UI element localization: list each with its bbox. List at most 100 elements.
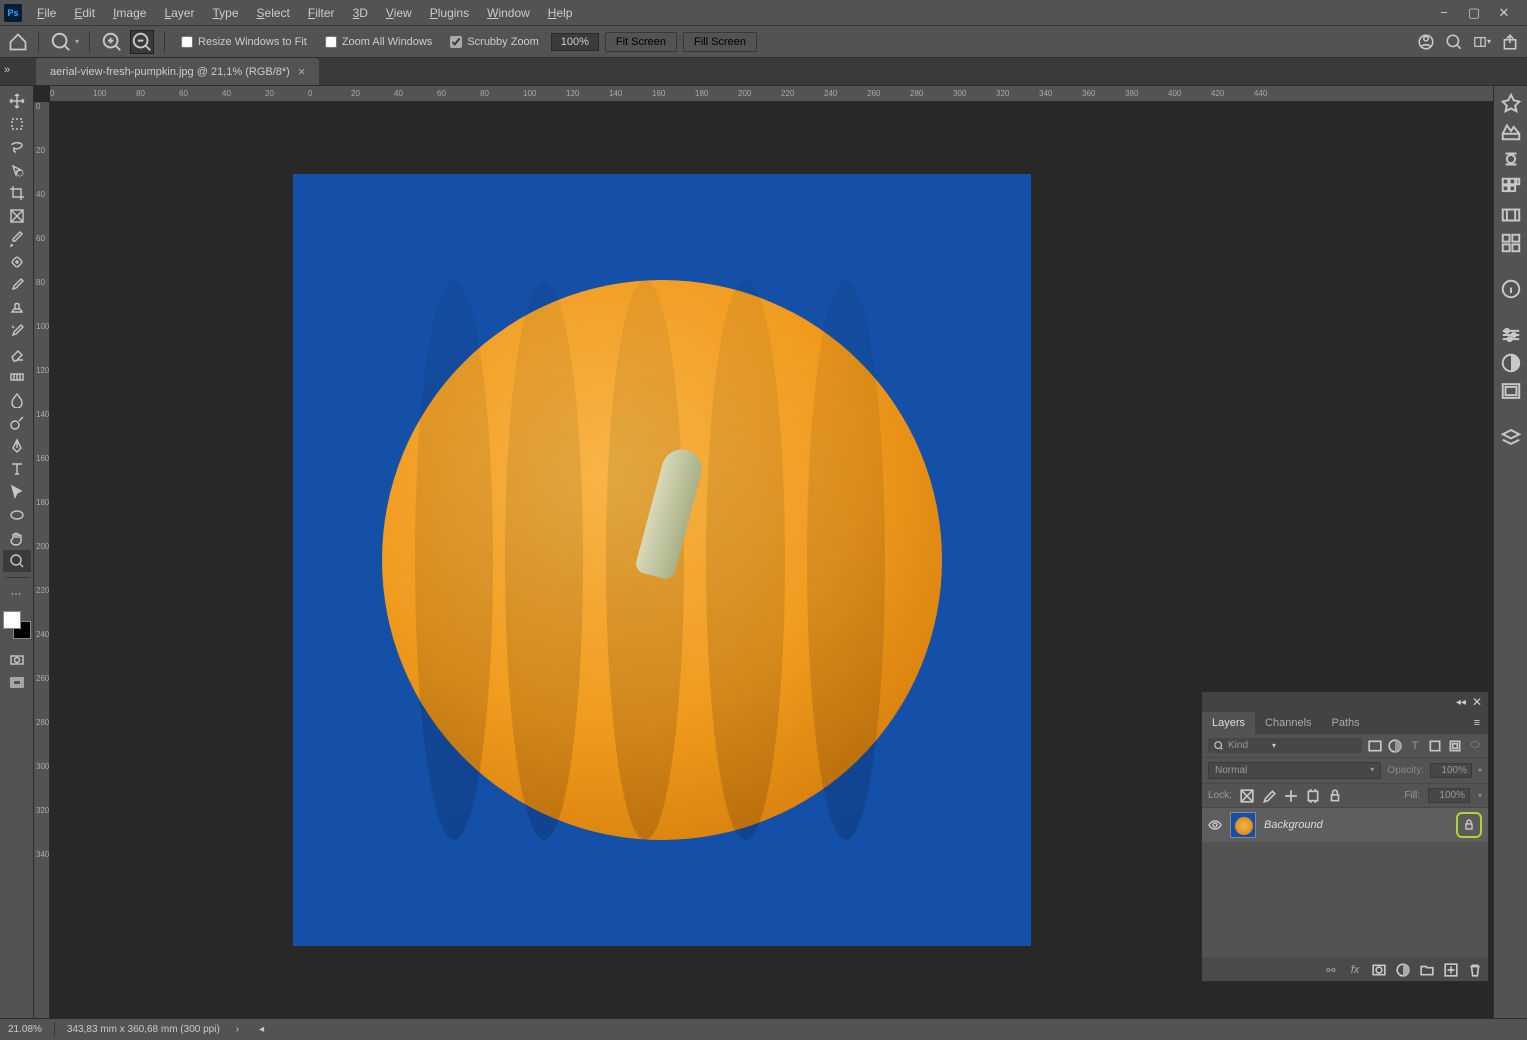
home-button[interactable]: [8, 32, 28, 52]
channels-tab[interactable]: Channels: [1255, 712, 1321, 734]
blur-tool[interactable]: [3, 389, 31, 411]
gradients-panel-icon[interactable]: [1500, 148, 1522, 170]
zoom-out-icon[interactable]: [130, 30, 154, 54]
vertical-ruler[interactable]: 0204060801001201401601802002202402602803…: [34, 102, 50, 1018]
share-icon[interactable]: [1501, 33, 1519, 51]
frame-tool[interactable]: [3, 205, 31, 227]
window-maximize[interactable]: ▢: [1467, 6, 1481, 20]
layer-visibility-toggle[interactable]: [1208, 818, 1222, 832]
libraries-panel-icon[interactable]: [1500, 380, 1522, 402]
panel-collapse-icon[interactable]: ◂◂: [1456, 697, 1466, 708]
menu-3d[interactable]: 3D: [344, 2, 377, 24]
hand-tool[interactable]: [3, 527, 31, 549]
adjustments-icon-2[interactable]: [1500, 352, 1522, 374]
lock-all-icon[interactable]: [1328, 789, 1342, 803]
status-doc-dims[interactable]: 343,83 mm x 360,68 mm (300 ppi): [67, 1024, 220, 1035]
menu-help[interactable]: Help: [539, 2, 582, 24]
status-scroll-left[interactable]: ◂: [255, 1024, 268, 1035]
layer-style-icon[interactable]: fx: [1348, 963, 1362, 977]
lock-image-icon[interactable]: [1262, 789, 1276, 803]
menu-view[interactable]: View: [377, 2, 421, 24]
zoom-tool[interactable]: [3, 550, 31, 572]
lasso-tool[interactable]: [3, 136, 31, 158]
status-zoom[interactable]: 21.08%: [8, 1024, 42, 1035]
zoom-tool-icon[interactable]: [49, 30, 73, 54]
fill-screen-button[interactable]: Fill Screen: [683, 32, 757, 52]
zoom-all-windows-checkbox[interactable]: Zoom All Windows: [319, 36, 438, 48]
color-swatches[interactable]: [3, 611, 31, 639]
layer-name[interactable]: Background: [1264, 819, 1448, 831]
filter-pixel-icon[interactable]: [1368, 739, 1382, 753]
window-close[interactable]: ✕: [1497, 6, 1511, 20]
type-tool[interactable]: [3, 458, 31, 480]
resize-windows-checkbox[interactable]: Resize Windows to Fit: [175, 36, 313, 48]
foreground-color-swatch[interactable]: [3, 611, 21, 629]
menu-layer[interactable]: Layer: [155, 2, 203, 24]
link-layers-icon[interactable]: ⚯: [1324, 963, 1338, 977]
lock-artboard-icon[interactable]: [1306, 789, 1320, 803]
move-tool[interactable]: [3, 90, 31, 112]
filter-smart-icon[interactable]: [1448, 739, 1462, 753]
layer-lock-icon[interactable]: [1456, 812, 1482, 838]
search-icon[interactable]: [1445, 33, 1463, 51]
document-tab[interactable]: aerial-view-fresh-pumpkin.jpg @ 21,1% (R…: [36, 58, 319, 85]
adjustments-panel-icon[interactable]: [1500, 204, 1522, 226]
opacity-field[interactable]: 100%: [1430, 763, 1472, 778]
layer-filter-kind[interactable]: ▾: [1208, 738, 1362, 753]
menu-select[interactable]: Select: [248, 2, 299, 24]
properties-panel-icon[interactable]: [1500, 324, 1522, 346]
window-minimize[interactable]: −: [1437, 6, 1451, 20]
menu-file[interactable]: File: [28, 2, 65, 24]
panel-close-icon[interactable]: ✕: [1472, 695, 1482, 709]
shape-tool[interactable]: [3, 504, 31, 526]
crop-tool[interactable]: [3, 182, 31, 204]
blend-mode-select[interactable]: Normal ▾: [1208, 762, 1381, 779]
layer-thumbnail[interactable]: [1230, 812, 1256, 838]
healing-brush-tool[interactable]: [3, 251, 31, 273]
group-layers-icon[interactable]: [1420, 963, 1434, 977]
filter-type-icon[interactable]: T: [1408, 739, 1422, 753]
delete-layer-icon[interactable]: [1468, 963, 1482, 977]
layers-tab[interactable]: Layers: [1202, 712, 1255, 734]
marquee-tool[interactable]: [3, 113, 31, 135]
path-select-tool[interactable]: [3, 481, 31, 503]
swatches-panel-icon[interactable]: [1500, 120, 1522, 142]
panel-menu-icon[interactable]: ≡: [1466, 712, 1488, 734]
menu-filter[interactable]: Filter: [299, 2, 344, 24]
menu-window[interactable]: Window: [478, 2, 539, 24]
menu-type[interactable]: Type: [203, 2, 247, 24]
zoom-percent-field[interactable]: 100%: [551, 33, 599, 51]
new-layer-icon[interactable]: [1444, 963, 1458, 977]
layer-mask-icon[interactable]: [1372, 963, 1386, 977]
status-info-arrow[interactable]: ›: [232, 1024, 243, 1035]
zoom-in-icon[interactable]: [100, 30, 124, 54]
patterns-panel-icon[interactable]: [1500, 176, 1522, 198]
fit-screen-button[interactable]: Fit Screen: [605, 32, 677, 52]
filter-shape-icon[interactable]: [1428, 739, 1442, 753]
styles-panel-icon[interactable]: [1500, 232, 1522, 254]
tab-close-icon[interactable]: ×: [298, 64, 306, 79]
brush-tool[interactable]: [3, 274, 31, 296]
filter-adjustment-icon[interactable]: [1388, 739, 1402, 753]
menu-plugins[interactable]: Plugins: [421, 2, 478, 24]
clone-stamp-tool[interactable]: [3, 297, 31, 319]
cloud-docs-icon[interactable]: [1417, 33, 1435, 51]
lock-position-icon[interactable]: [1284, 789, 1298, 803]
horizontal-ruler[interactable]: 0100806040200204060801001201401601802002…: [50, 86, 1493, 102]
eraser-tool[interactable]: [3, 343, 31, 365]
layers-panel-icon[interactable]: [1500, 426, 1522, 448]
info-panel-icon[interactable]: [1500, 278, 1522, 300]
gradient-tool[interactable]: [3, 366, 31, 388]
color-panel-icon[interactable]: [1500, 92, 1522, 114]
quick-select-tool[interactable]: [3, 159, 31, 181]
history-brush-tool[interactable]: [3, 320, 31, 342]
dodge-tool[interactable]: [3, 412, 31, 434]
filter-toggle-icon[interactable]: ⬭: [1468, 739, 1482, 753]
scrubby-zoom-checkbox[interactable]: Scrubby Zoom: [444, 36, 545, 48]
pen-tool[interactable]: [3, 435, 31, 457]
quick-mask-toggle[interactable]: [3, 649, 31, 671]
layer-row[interactable]: Background: [1202, 808, 1488, 842]
lock-transparent-icon[interactable]: [1240, 789, 1254, 803]
fill-field[interactable]: 100%: [1428, 788, 1470, 803]
layer-filter-input[interactable]: [1228, 740, 1268, 751]
